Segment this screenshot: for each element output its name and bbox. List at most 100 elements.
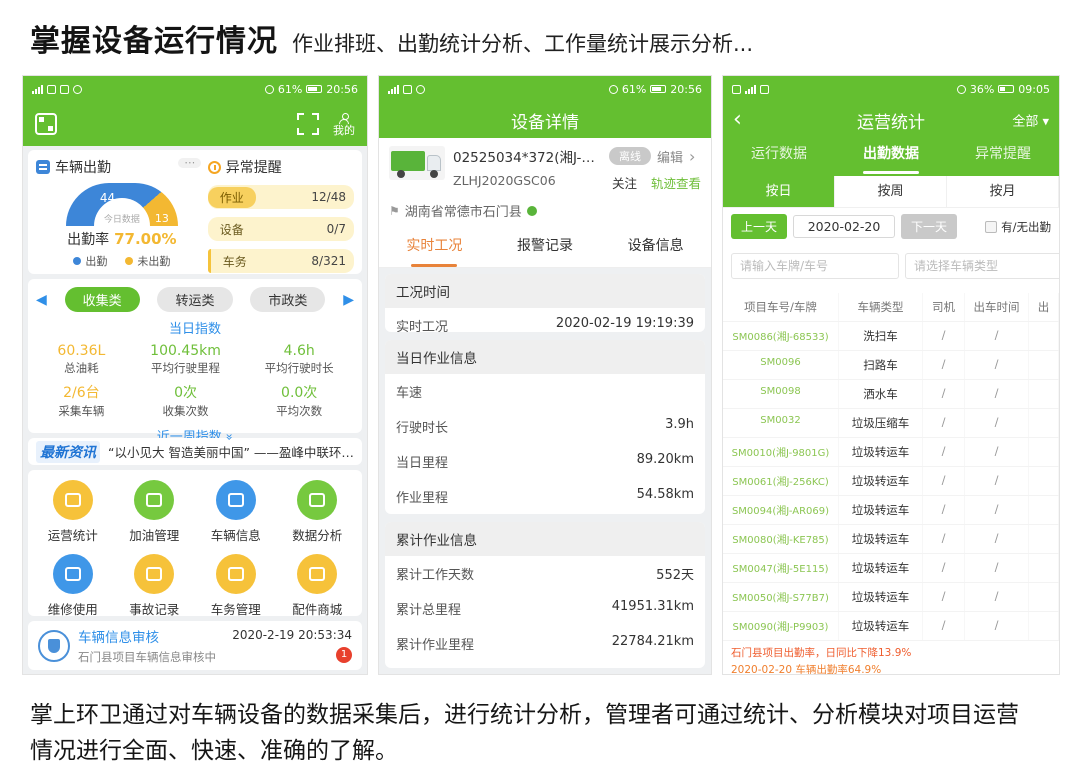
app-grid: 运营统计 加油管理 车辆信息 数据分析 维修使用 事故记录 车务管理 配件商城: [32, 480, 358, 618]
table-row[interactable]: SM0050(湘J-S77B7) 垃圾转运车 / /: [723, 583, 1059, 612]
qr-code-icon[interactable]: [35, 113, 57, 135]
follow-button[interactable]: 关注: [612, 176, 637, 191]
app-accident-records[interactable]: 事故记录: [114, 554, 196, 618]
device-tabs: 实时工况 报警记录 设备信息: [379, 228, 711, 268]
tab-transfer[interactable]: 转运类: [157, 287, 232, 312]
more-icon[interactable]: ⋯: [178, 158, 201, 168]
online-dot-icon: [527, 206, 537, 216]
alert-work-value: 12/48: [311, 190, 346, 204]
table-row[interactable]: SM0032 垃圾压缩车 / /: [723, 409, 1059, 438]
table-row[interactable]: SM0090(湘J-P9903) 垃圾转运车 / /: [723, 612, 1059, 641]
alarm-icon: [73, 85, 82, 94]
gauge-center-label: 今日数据: [66, 212, 178, 225]
table-row[interactable]: SM0010(湘J-9801G) 垃圾转运车 / /: [723, 438, 1059, 467]
table-row[interactable]: SM0096 扫路车 / /: [723, 351, 1059, 380]
scan-icon[interactable]: [297, 113, 319, 135]
next-day-button[interactable]: 下一天: [901, 214, 957, 239]
tab-by-month[interactable]: 按月: [947, 176, 1059, 207]
tab-by-day[interactable]: 按日: [723, 176, 835, 207]
table-row[interactable]: SM0098 洒水车 / /: [723, 380, 1059, 409]
plate-search-input[interactable]: [731, 253, 899, 279]
home-body: ⋯ 车辆出勤 44 13 今日数据 出勤率77.00% 出: [23, 146, 367, 674]
attendance-gauge-chart: 44 13 今日数据: [66, 183, 178, 226]
tab-by-week[interactable]: 按周: [835, 176, 947, 207]
news-badge: 最新资讯: [36, 441, 100, 463]
prev-day-button[interactable]: 上一天: [731, 214, 787, 239]
truck-photo: [389, 146, 445, 180]
kv-row: 累计作业里程22784.21km: [385, 626, 705, 661]
notification-subtitle: 石门县项目车辆信息审核中: [78, 649, 224, 665]
prev-category-icon[interactable]: ◀: [36, 292, 47, 308]
track-view-link[interactable]: 轨迹查看: [651, 176, 701, 191]
col-vehicle-type: 车辆类型: [839, 293, 923, 321]
tab-realtime-status[interactable]: 实时工况: [379, 228, 490, 267]
location-pin-icon: ⚑: [389, 204, 400, 218]
kv-row: 累计总里程41951.31km: [385, 591, 705, 626]
app-data-analysis[interactable]: 数据分析: [277, 480, 359, 544]
section-rows: 累计工作天数552天累计总里程41951.31km累计作业里程22784.21k…: [385, 556, 705, 668]
summary-line: 2020-02-20 车辆出勤率64.9%: [731, 664, 1051, 674]
date-input[interactable]: [793, 215, 895, 238]
clock-time: 20:56: [670, 83, 702, 96]
table-row[interactable]: SM0061(湘J-256KC) 垃圾转运车 / /: [723, 467, 1059, 496]
my-profile-button[interactable]: 我的: [333, 113, 355, 136]
kv-row: 实时工况2020-02-19 19:19:39: [385, 308, 705, 332]
table-row[interactable]: SM0086(湘J-68533) 洗扫车 / /: [723, 322, 1059, 351]
tab-device-info[interactable]: 设备信息: [600, 228, 711, 267]
table-row[interactable]: SM0080(湘J-KE785) 垃圾转运车 / /: [723, 525, 1059, 554]
app-vehicle-info[interactable]: 车辆信息: [195, 480, 277, 544]
device-location: ⚑ 湖南省常德市石门县: [389, 201, 701, 220]
app-repair-usage[interactable]: 维修使用: [32, 554, 114, 618]
list-icon: [36, 160, 50, 174]
alert-row-device[interactable]: 设备 0/7: [208, 217, 354, 241]
tab-municipal[interactable]: 市政类: [250, 287, 325, 312]
unread-badge: 1: [336, 647, 352, 663]
tab-alarm-records[interactable]: 报警记录: [490, 228, 601, 267]
vehicle-type-select[interactable]: [905, 253, 1059, 279]
device-detail-body: 工况时间 实时工况2020-02-19 19:19:39 当日作业信息 车速行驶…: [379, 268, 711, 674]
kv-row: 当日里程89.20km: [385, 444, 705, 479]
news-ticker[interactable]: 最新资讯 “以小见大 智造美丽中国” ——盈峰中联环境...: [28, 438, 362, 465]
app-fleet-management[interactable]: 车务管理: [195, 554, 277, 618]
chevron-right-icon[interactable]: ›: [689, 147, 695, 166]
tab-collection[interactable]: 收集类: [65, 287, 140, 312]
alert-row-fleet[interactable]: 车务 8/321: [208, 249, 354, 273]
stat-fuel: 60.36L总油耗: [34, 343, 129, 376]
news-text: “以小见大 智造美丽中国” ——盈峰中联环境...: [108, 442, 354, 461]
period-tabs: 按日 按周 按月: [723, 176, 1059, 208]
phone-screenshots-row: 61% 20:56 我的 ⋯ 车辆出勤: [22, 75, 1060, 675]
tab-attendance-data[interactable]: 出勤数据: [835, 138, 947, 176]
filter-all-dropdown[interactable]: 全部 ▾: [1012, 111, 1049, 130]
back-icon[interactable]: ‹: [733, 109, 742, 131]
notification-row[interactable]: 车辆信息审核 石门县项目车辆信息审核中 2020-2-19 20:53:34 1: [28, 621, 362, 670]
alert-device-value: 0/7: [327, 222, 346, 236]
daily-index-card: ◀ 收集类 转运类 市政类 ▶ 当日指数 60.36L总油耗 100.45km平…: [28, 279, 362, 433]
table-row[interactable]: SM0047(湘J-5E115) 垃圾转运车 / /: [723, 554, 1059, 583]
stat-avg-mileage: 100.45km平均行驶里程: [129, 343, 243, 376]
nfc-icon: [760, 85, 769, 94]
operation-stats-title: 运营统计: [857, 108, 925, 133]
tab-running-data[interactable]: 运行数据: [723, 138, 835, 176]
refuel-icon: [134, 480, 174, 520]
edit-button[interactable]: 编辑: [657, 147, 683, 166]
table-row[interactable]: SM0094(湘J-AR069) 垃圾转运车 / /: [723, 496, 1059, 525]
alert-work-label: 作业: [208, 187, 256, 208]
app-operations-stats[interactable]: 运营统计: [32, 480, 114, 544]
parts-mall-icon: [297, 554, 337, 594]
kv-row: 累计工作天数552天: [385, 556, 705, 591]
attendance-filter-checkbox[interactable]: 有/无出勤: [985, 219, 1051, 235]
stat-avg-times: 0.0次平均次数: [242, 382, 356, 419]
app-refuel-management[interactable]: 加油管理: [114, 480, 196, 544]
section-title: 工况时间: [385, 274, 705, 308]
next-category-icon[interactable]: ▶: [343, 292, 354, 308]
tab-abnormal-alerts[interactable]: 异常提醒: [947, 138, 1059, 176]
clock-time: 20:56: [326, 83, 358, 96]
alert-row-work[interactable]: 作业 12/48: [208, 185, 354, 209]
app-icon: [47, 85, 56, 94]
section-title: 当日作业信息: [385, 340, 705, 374]
app-parts-mall[interactable]: 配件商城: [277, 554, 359, 618]
legend-dot-attended: [73, 257, 81, 265]
legend-absent-label: 未出勤: [137, 255, 170, 268]
col-driver: 司机: [923, 293, 965, 321]
fleet-shield-icon: [216, 554, 256, 594]
